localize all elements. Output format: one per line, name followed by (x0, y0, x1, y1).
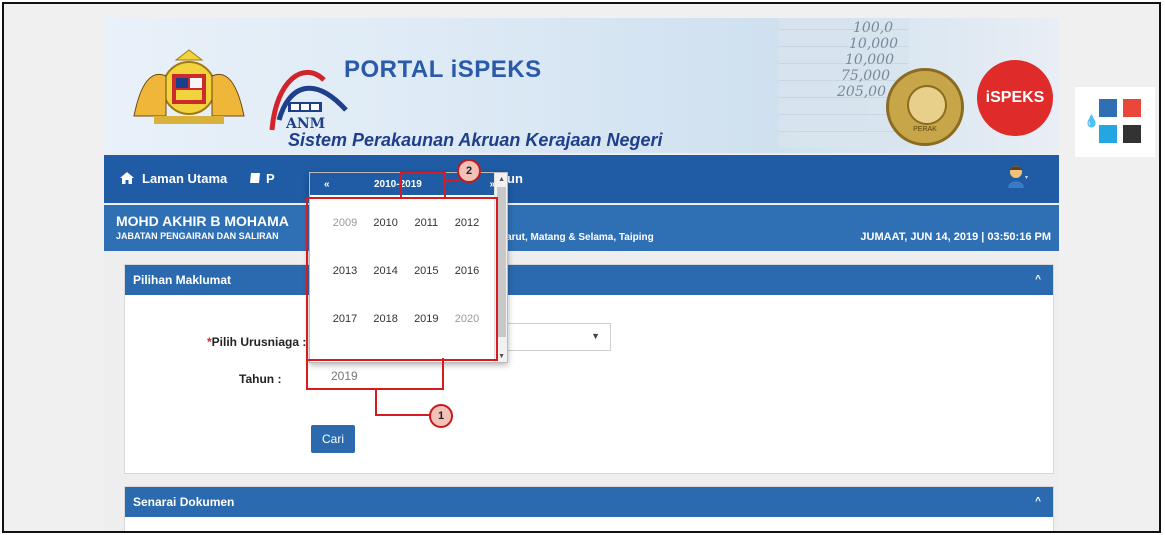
portal-title: PORTAL iSPEKS (344, 56, 542, 83)
user-info-bar: MOHD AKHIR B MOHAMA JABATAN PENGAIRAN DA… (104, 205, 1059, 251)
annotation-callout-2: 2 (457, 159, 481, 183)
nav-home-link[interactable]: Laman Utama (142, 171, 227, 186)
theme-swatch-blue[interactable] (1099, 99, 1117, 117)
perak-seal-logo: PERAK (886, 68, 964, 146)
nav-item-2[interactable]: P (266, 171, 275, 186)
annotation-highlight-range (400, 172, 446, 198)
page: ANM PORTAL iSPEKS Sistem Perakaunan Akru… (104, 18, 1059, 531)
theme-switcher: 💧 (1075, 87, 1155, 157)
panel-senarai-dokumen: Senarai Dokumen ^ (124, 486, 1054, 531)
user-location: Larut, Matang & Selama, Taiping (500, 232, 654, 243)
ledger-number: 100,0 (853, 20, 894, 36)
ledger-number: 10,000 (845, 52, 894, 68)
header-banner: ANM PORTAL iSPEKS Sistem Perakaunan Akru… (104, 18, 1059, 153)
user-name: MOHD AKHIR B MOHAMA (116, 213, 289, 229)
book-icon (250, 173, 260, 183)
annotation-highlight-year-grid (306, 197, 498, 361)
svg-text:▾: ▾ (1025, 175, 1028, 181)
ispeks-logo: iSPEKS (977, 60, 1053, 136)
prev-decade-button[interactable]: « (324, 179, 330, 190)
annotation-connector (445, 180, 459, 182)
panel-pilihan-maklumat: Pilihan Maklumat ^ *Pilih Urusniaga : ▼ … (124, 264, 1054, 474)
label-text: Pilih Urusniaga : (211, 335, 307, 349)
panel-title: Senarai Dokumen (133, 495, 235, 509)
ledger-number: 205,00 (837, 84, 886, 100)
seal-text: PERAK (913, 126, 937, 133)
scrollbar-thumb[interactable] (497, 187, 506, 337)
home-icon (120, 172, 134, 184)
theme-swatch-dark[interactable] (1123, 125, 1141, 143)
panel-header[interactable]: Senarai Dokumen ^ (125, 487, 1053, 517)
main-navbar: Laman Utama P run ▾ (104, 155, 1059, 203)
annotation-callout-1: 1 (429, 404, 453, 428)
search-button[interactable]: Cari (311, 425, 355, 453)
portal-subtitle: Sistem Perakaunan Akruan Kerajaan Negeri (288, 130, 663, 150)
current-datetime: JUMAAT, JUN 14, 2019 | 03:50:16 PM (860, 231, 1051, 243)
theme-swatch-lightblue[interactable] (1099, 125, 1117, 143)
chevron-down-icon: ▼ (591, 331, 600, 341)
annotation-connector (375, 414, 431, 416)
user-icon[interactable]: ▾ (1007, 165, 1029, 189)
theme-swatch-red[interactable] (1123, 99, 1141, 117)
user-department: JABATAN PENGAIRAN DAN SALIRAN (116, 231, 279, 241)
annotation-highlight-tahun (306, 358, 444, 390)
scroll-down-icon[interactable]: ▼ (498, 353, 505, 360)
panel-header[interactable]: Pilihan Maklumat ^ (125, 265, 1053, 295)
scroll-up-icon[interactable]: ▲ (498, 176, 505, 183)
label-pilih-urusniaga: *Pilih Urusniaga : (207, 335, 306, 349)
malaysia-crest-logo (133, 49, 245, 124)
label-tahun: Tahun : (239, 372, 282, 386)
annotation-connector (375, 390, 377, 416)
panel-title: Pilihan Maklumat (133, 273, 232, 287)
anm-logo: ANM (269, 69, 348, 132)
chevron-up-icon[interactable]: ^ (1035, 487, 1041, 517)
ledger-number: 75,000 (841, 68, 890, 84)
screenshot-frame: ANM PORTAL iSPEKS Sistem Perakaunan Akru… (2, 2, 1161, 533)
ledger-number: 10,000 (849, 36, 898, 52)
drop-icon[interactable]: 💧 (1084, 114, 1099, 128)
chevron-up-icon[interactable]: ^ (1035, 265, 1041, 295)
